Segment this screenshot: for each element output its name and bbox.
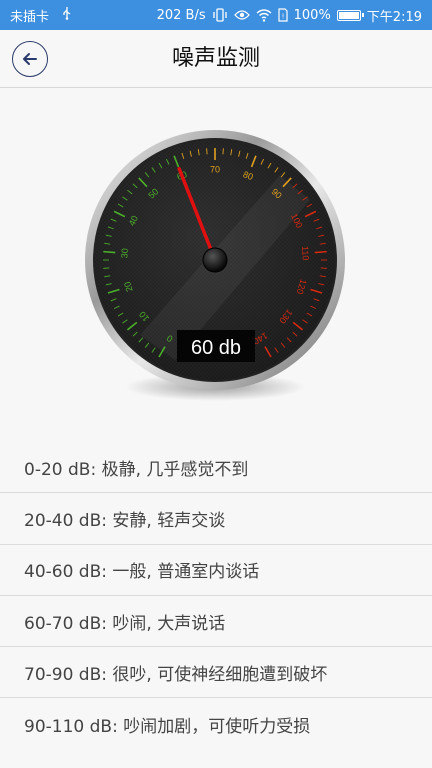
- gauge-hub: [202, 247, 228, 273]
- network-speed: 202 B/s: [156, 7, 206, 23]
- arrow-left-icon: [23, 53, 37, 65]
- battery-icon: [336, 9, 364, 21]
- eye-icon: [233, 9, 250, 21]
- carrier-label: 未插卡: [10, 9, 50, 25]
- status-bar: 未插卡 202 B/s ! 100% 下午2:19: [0, 0, 432, 30]
- usb-icon: [61, 6, 73, 24]
- header: 噪声监测: [0, 30, 432, 88]
- noise-gauge: 0102030405060708090100110120130140 60 db: [80, 125, 350, 415]
- level-item: 90-110 dB: 吵闹加剧，可使听力受损: [24, 716, 311, 737]
- level-item: 70-90 dB: 很吵, 可使神经细胞遭到破坏: [0, 647, 432, 699]
- battery-percent: 100%: [293, 7, 331, 23]
- gauge-svg: 0102030405060708090100110120130140 60 db: [85, 130, 345, 401]
- clock: 下午2:19: [366, 9, 422, 25]
- level-item: 20-40 dB: 安静, 轻声交谈: [0, 493, 432, 545]
- gauge-tick-label: 70: [210, 164, 220, 174]
- level-item: 60-70 dB: 吵闹, 大声说话: [0, 596, 432, 648]
- gauge-readout: 60 db: [191, 337, 241, 359]
- status-left: 未插卡: [10, 6, 73, 25]
- gauge-tick-label: 110: [300, 246, 311, 261]
- sim-icon: !: [278, 8, 288, 22]
- status-right: 202 B/s ! 100% 下午2:19: [157, 6, 422, 25]
- level-item: 40-60 dB: 一般, 普通室内谈话: [0, 545, 432, 596]
- level-item: 0-20 dB: 极静, 几乎感觉不到: [0, 442, 432, 494]
- back-button[interactable]: [12, 41, 48, 77]
- vibrate-icon: [212, 8, 228, 22]
- page-title: 噪声监测: [171, 46, 260, 71]
- gauge-tick: [314, 250, 327, 254]
- wifi-icon: [256, 8, 272, 22]
- svg-text:!: !: [281, 13, 284, 21]
- gauge-tick-label: 30: [119, 248, 130, 259]
- gauge-tick: [103, 250, 116, 254]
- noise-level-list: 0-20 dB: 极静, 几乎感觉不到 20-40 dB: 安静, 轻声交谈 40-…: [0, 442, 432, 750]
